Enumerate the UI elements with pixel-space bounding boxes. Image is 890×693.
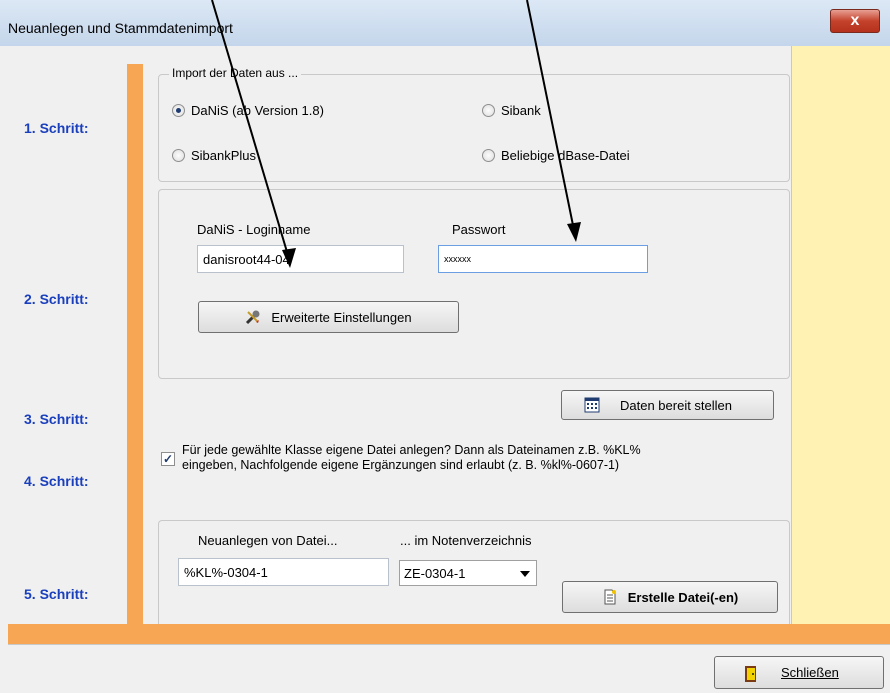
loginname-input[interactable]: danisroot44-04 (197, 245, 404, 273)
step-2-label: 2. Schritt: (24, 291, 89, 307)
create-file-group: Neuanlegen von Datei... ... im Notenverz… (158, 520, 790, 630)
loginname-label: DaNiS - Loginname (197, 222, 311, 237)
chevron-down-icon[interactable] (520, 571, 530, 577)
password-input[interactable]: xxxxxx (438, 245, 648, 273)
steps-column: 1. Schritt: 2. Schritt: 3. Schritt: 4. S… (8, 46, 127, 624)
radio-sibank[interactable]: Sibank (482, 103, 541, 118)
radio-dot-icon[interactable] (482, 104, 495, 117)
prepare-data-button[interactable]: Daten bereit stellen (561, 390, 774, 420)
calendar-icon (584, 397, 600, 413)
radio-sibankplus-label: SibankPlus (191, 148, 257, 163)
step-1-label: 1. Schritt: (24, 120, 89, 136)
separate-file-text-line1: Für jede gewählte Klasse eigene Datei an… (182, 443, 641, 457)
dialog-window: Neuanlegen und Stammdatenimport x 1. Sch… (0, 0, 890, 693)
left-orange-bar (127, 64, 143, 624)
window-title: Neuanlegen und Stammdatenimport (8, 20, 233, 36)
footer-bar: Schließen (8, 644, 890, 693)
separate-file-text: Für jede gewählte Klasse eigene Datei an… (182, 443, 782, 473)
radio-dot-icon[interactable] (172, 149, 185, 162)
grade-directory-label: ... im Notenverzeichnis (400, 533, 532, 548)
advanced-settings-label: Erweiterte Einstellungen (271, 309, 412, 325)
step-5-label: 5. Schritt: (24, 586, 89, 602)
exit-door-icon (743, 665, 759, 682)
radio-dbase[interactable]: Beliebige dBase-Datei (482, 148, 630, 163)
close-window-button[interactable]: x (830, 9, 880, 33)
create-files-label: Erstelle Datei(-en) (627, 589, 739, 605)
import-group-title: Import der Daten aus ... (169, 66, 302, 80)
step-4-label: 4. Schritt: (24, 473, 89, 489)
new-file-label: Neuanlegen von Datei... (198, 533, 338, 548)
close-button[interactable]: Schließen (714, 656, 884, 689)
radio-danis[interactable]: DaNiS (ab Version 1.8) (172, 103, 324, 118)
separate-file-text-line2: eingeben, Nachfolgende eigene Ergänzunge… (182, 458, 620, 472)
grade-directory-value: ZE-0304-1 (404, 566, 466, 581)
create-files-button[interactable]: Erstelle Datei(-en) (562, 581, 778, 613)
tools-icon (245, 309, 261, 325)
radio-sibank-label: Sibank (501, 103, 541, 118)
radio-danis-label: DaNiS (ab Version 1.8) (191, 103, 324, 118)
right-info-panel (791, 46, 890, 624)
step-3-label: 3. Schritt: (24, 411, 89, 427)
bottom-orange-bar (8, 624, 890, 644)
advanced-settings-button[interactable]: Erweiterte Einstellungen (198, 301, 459, 333)
dialog-client-area: 1. Schritt: 2. Schritt: 3. Schritt: 4. S… (8, 46, 890, 693)
title-bar[interactable]: Neuanlegen und Stammdatenimport x (0, 0, 890, 46)
separate-file-checkbox[interactable]: ✓ (161, 452, 175, 466)
radio-dot-checked-icon[interactable] (172, 104, 185, 117)
radio-sibankplus[interactable]: SibankPlus (172, 148, 256, 163)
radio-dot-icon[interactable] (482, 149, 495, 162)
login-group: DaNiS - Loginname Passwort danisroot44-0… (158, 189, 790, 379)
document-icon (602, 589, 618, 605)
radio-dbase-label: Beliebige dBase-Datei (501, 148, 630, 163)
import-source-group: Import der Daten aus ... DaNiS (ab Versi… (158, 66, 790, 182)
password-label: Passwort (452, 222, 506, 237)
prepare-data-label: Daten bereit stellen (620, 397, 733, 413)
new-file-input[interactable]: %KL%-0304-1 (178, 558, 389, 586)
close-button-label: Schließen (781, 665, 839, 680)
grade-directory-select[interactable]: ZE-0304-1 (399, 560, 537, 586)
